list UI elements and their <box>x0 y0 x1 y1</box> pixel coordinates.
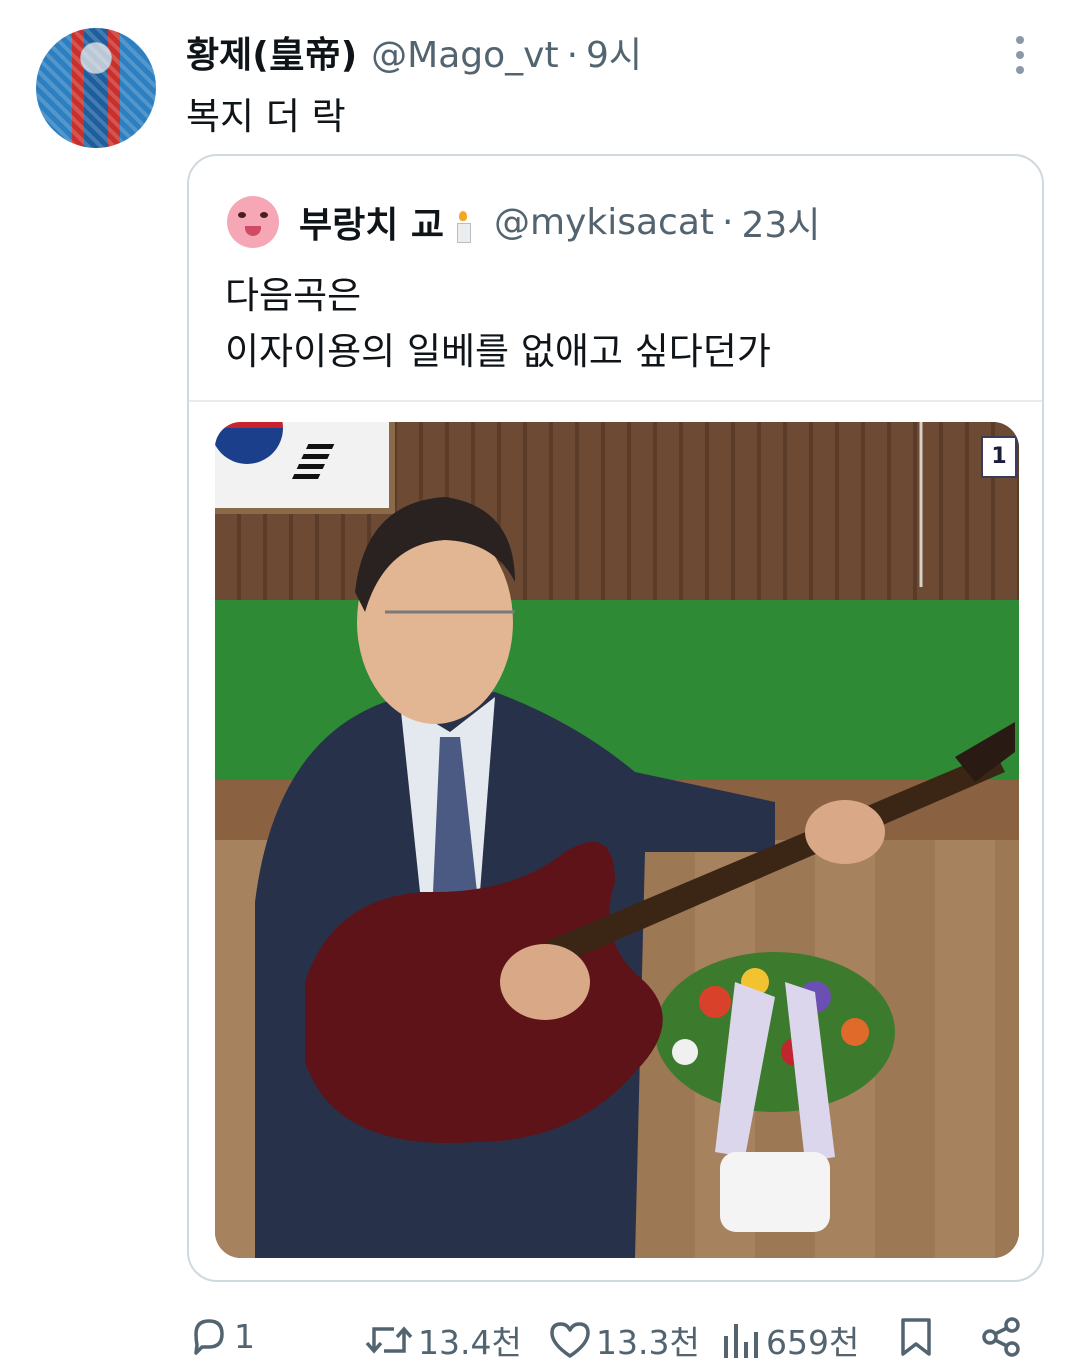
tweet-header: 황제(皇帝) @Mago_vt · 9시 <box>186 26 642 78</box>
tweet-timestamp[interactable]: 9시 <box>586 26 642 78</box>
author-display-name[interactable]: 황제(皇帝) <box>186 26 357 78</box>
photo-figure <box>255 422 1015 1258</box>
bookmark-icon <box>901 1318 931 1356</box>
share-button[interactable] <box>980 1316 1026 1358</box>
bookmark-button[interactable] <box>898 1316 938 1358</box>
quoted-author-handle[interactable]: @mykisacat <box>494 202 714 243</box>
reply-count: 1 <box>234 1316 255 1356</box>
like-count: 13.3천 <box>596 1323 700 1358</box>
quoted-tweet-header: 부랑치 교 @mykisacat · 23시 <box>227 196 820 248</box>
quoted-header-separator: · <box>722 201 734 243</box>
retweet-count: 13.4천 <box>418 1323 522 1358</box>
views-icon <box>724 1324 758 1358</box>
like-button[interactable]: 13.3천 <box>548 1316 700 1358</box>
share-icon <box>982 1317 1020 1357</box>
quoted-tweet-timestamp[interactable]: 23시 <box>741 196 820 248</box>
quoted-tweet-text: 다음곡은 이자이용의 일베를 없애고 싶다던가 <box>225 268 771 380</box>
header-separator: · <box>566 35 579 76</box>
quoted-text-line-1: 다음곡은 <box>225 274 362 317</box>
quoted-tweet-card[interactable]: 부랑치 교 @mykisacat · 23시 다음곡은 이자이용의 일베를 없애… <box>187 154 1044 1282</box>
author-avatar[interactable] <box>36 28 156 148</box>
retweet-icon <box>365 1326 413 1354</box>
heart-icon <box>550 1322 590 1358</box>
photo-badge: 1 <box>981 436 1017 478</box>
author-handle[interactable]: @Mago_vt <box>371 35 558 76</box>
quoted-divider <box>189 400 1042 402</box>
quoted-author-display-name[interactable]: 부랑치 교 <box>299 196 444 248</box>
reply-button[interactable]: 1 <box>188 1316 255 1356</box>
tweet-text: 복지 더 락 <box>186 95 346 138</box>
more-vertical-icon[interactable] <box>1012 36 1028 76</box>
candle-icon <box>456 211 472 243</box>
views-button[interactable]: 659천 <box>720 1316 859 1358</box>
view-count: 659천 <box>766 1323 860 1358</box>
reply-icon <box>194 1319 224 1355</box>
tweet-actions: 1 13.4천 13.3천 659천 <box>0 1306 1080 1358</box>
quoted-text-line-2: 이자이용의 일베를 없애고 싶다던가 <box>225 330 771 373</box>
retweet-button[interactable]: 13.4천 <box>364 1316 522 1358</box>
photo-flower-basket <box>655 952 895 1232</box>
quoted-tweet-photo[interactable]: 1 <box>215 422 1019 1258</box>
quoted-author-avatar[interactable] <box>227 196 279 248</box>
